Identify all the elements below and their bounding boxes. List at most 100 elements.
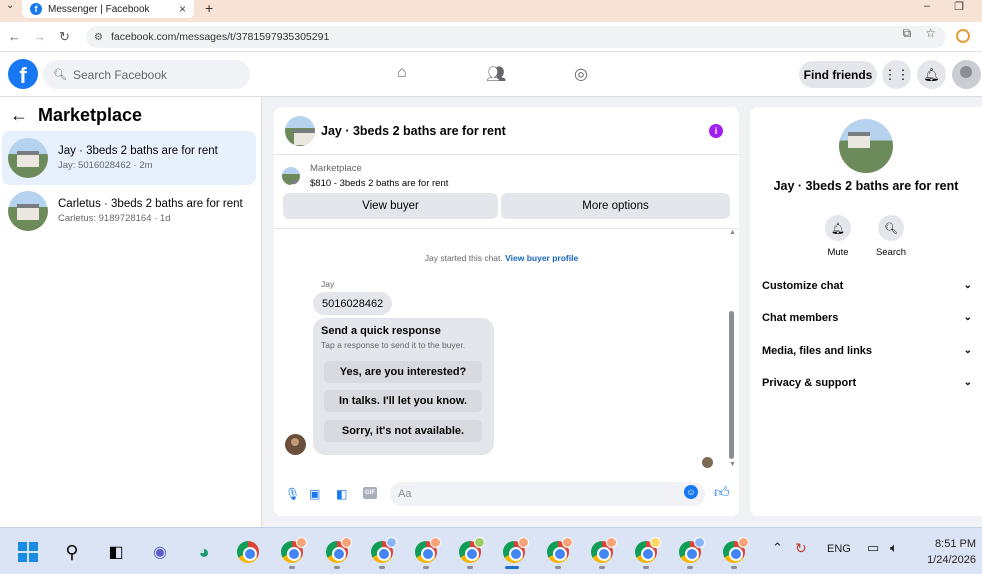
close-tab-icon[interactable]: × <box>179 2 186 16</box>
system-clock[interactable]: 8:51 PM 1/24/2026 <box>927 536 976 568</box>
sender-name: Jay <box>321 279 335 289</box>
section-label: Privacy & support <box>762 377 857 389</box>
active-indicator <box>505 566 519 569</box>
chrome-icon[interactable] <box>236 540 260 564</box>
quick-response-option[interactable]: Sorry, it's not available. <box>324 420 482 442</box>
show-hidden-icons-chevron-icon[interactable]: ⌃ <box>772 540 783 556</box>
scrollbar-thumb[interactable] <box>729 311 734 459</box>
view-buyer-profile-link[interactable]: View buyer profile <box>505 253 578 263</box>
read-receipt-avatar <box>702 457 713 468</box>
chat-title[interactable]: Jay · 3beds 2 baths are for rent <box>321 124 506 138</box>
search-conversation-button[interactable]: 🔍︎ Search <box>866 215 916 258</box>
tab-title: Messenger | Facebook <box>48 3 150 15</box>
media-files-links-section[interactable]: Media, files and links ⌄ <box>762 345 972 357</box>
chrome-profile-icon[interactable] <box>546 537 573 564</box>
search-icon: 🔍︎ <box>878 215 904 241</box>
chrome-profile-icon[interactable] <box>280 537 307 564</box>
find-friends-button[interactable]: Find friends <box>799 61 877 88</box>
message-bubble[interactable]: 5016028462 <box>313 292 393 315</box>
chrome-profile-icon[interactable] <box>325 537 352 564</box>
chrome-profile-icon[interactable] <box>634 537 661 564</box>
emoji-icon[interactable]: ☺ <box>684 485 698 499</box>
conversation-item[interactable]: Jay · 3beds 2 baths are for rent Jay: 50… <box>2 131 256 185</box>
listing-large-thumbnail <box>839 119 893 173</box>
sync-icon[interactable]: ↻ <box>795 540 807 557</box>
chrome-profile-icon[interactable] <box>678 537 705 564</box>
chat-scrollbar[interactable]: ▲ ▼ <box>728 229 736 473</box>
reload-icon[interactable]: ↻ <box>59 29 70 45</box>
back-arrow-icon[interactable]: ← <box>8 29 21 44</box>
info-icon[interactable]: i <box>709 124 723 138</box>
chat-members-section[interactable]: Chat members ⌄ <box>762 312 972 324</box>
restore-icon[interactable]: ❐ <box>954 0 964 13</box>
clock-time: 8:51 PM <box>935 538 976 550</box>
new-tab-icon[interactable]: + <box>205 0 213 16</box>
tab-search-chevron-icon[interactable]: ⌄ <box>6 0 14 11</box>
site-settings-icon[interactable]: ⚙ <box>94 32 103 43</box>
chrome-profile-icon[interactable] <box>590 537 617 564</box>
browser-profile-icon[interactable] <box>956 29 970 43</box>
url-text: facebook.com/messages/t/3781597935305291 <box>110 31 330 43</box>
home-icon[interactable]: ⌂ <box>397 64 407 82</box>
photo-icon[interactable]: ▣ <box>309 487 320 501</box>
install-app-icon[interactable]: ⧉ <box>903 26 912 41</box>
customize-chat-section[interactable]: Customize chat ⌄ <box>762 280 972 292</box>
menu-grid-icon[interactable]: ⋮⋮ <box>882 60 911 89</box>
view-buyer-button[interactable]: View buyer <box>283 193 498 219</box>
chevron-down-icon: ⌄ <box>963 377 972 388</box>
chat-app-icon[interactable]: ◉ <box>148 540 172 564</box>
chrome-profile-icon[interactable] <box>414 537 441 564</box>
chat-details-panel: Jay · 3beds 2 baths are for rent 🔔︎ Mute… <box>750 107 982 516</box>
microphone-icon[interactable]: 🎙︎ <box>285 487 300 501</box>
running-indicator <box>643 566 649 569</box>
mute-button[interactable]: 🔔︎ Mute <box>813 215 863 258</box>
browser-tab-bar: ⌄ f Messenger | Facebook × + – ❐ <box>0 0 982 22</box>
sender-avatar[interactable] <box>285 434 306 455</box>
section-label: Media, files and links <box>762 345 873 357</box>
facebook-search-input[interactable]: 🔍︎ Search Facebook <box>43 60 250 89</box>
facebook-logo-icon[interactable]: f <box>8 59 38 89</box>
edge-browser-icon[interactable]: ◕ <box>192 540 216 564</box>
account-avatar[interactable] <box>952 60 981 89</box>
minimize-icon[interactable]: – <box>924 0 930 13</box>
conversation-item[interactable]: Carletus · 3beds 2 baths are for rent Ca… <box>2 184 256 238</box>
more-options-button[interactable]: More options <box>501 193 730 219</box>
back-arrow-icon[interactable]: ← <box>10 105 28 126</box>
language-indicator[interactable]: ENG <box>827 543 851 555</box>
gif-icon[interactable]: GIF <box>363 487 377 499</box>
chrome-profile-icon[interactable] <box>458 537 485 564</box>
conversation-title: Jay · 3beds 2 baths are for rent <box>58 145 218 157</box>
groups-icon[interactable]: ◎ <box>574 64 588 84</box>
listing-title: $810 - 3beds 2 baths are for rent <box>310 178 449 189</box>
start-windows-icon[interactable] <box>16 540 40 564</box>
started-text: Jay started this chat. <box>424 253 503 263</box>
search-icon[interactable]: ⚲ <box>60 540 84 564</box>
running-indicator <box>599 566 605 569</box>
quick-response-option[interactable]: In talks. I'll let you know. <box>324 390 482 412</box>
chrome-profile-icon[interactable] <box>370 537 397 564</box>
chrome-profile-icon-active[interactable] <box>502 537 529 564</box>
privacy-support-section[interactable]: Privacy & support ⌄ <box>762 377 972 389</box>
sticker-icon[interactable]: ◧ <box>336 487 347 501</box>
message-input[interactable]: Aa <box>390 482 705 506</box>
forward-arrow-icon[interactable]: → <box>33 29 46 44</box>
bookmark-star-icon[interactable]: ☆ <box>925 26 936 41</box>
like-thumb-icon[interactable]: 👍︎ <box>714 484 730 502</box>
notifications-bell-icon[interactable]: 🔔︎ <box>917 60 946 89</box>
running-indicator <box>423 566 429 569</box>
section-label: Chat members <box>762 312 839 324</box>
friends-icon[interactable]: 👥︎ <box>486 64 506 84</box>
chat-panel: Jay · 3beds 2 baths are for rent i Marke… <box>274 107 739 516</box>
chrome-profile-icon[interactable] <box>722 537 749 564</box>
quick-response-option[interactable]: Yes, are you interested? <box>324 361 482 383</box>
network-icon[interactable]: ▭ <box>867 540 879 556</box>
scroll-up-icon[interactable]: ▲ <box>729 229 736 236</box>
volume-icon[interactable]: 🔈︎ <box>890 540 898 556</box>
task-view-icon[interactable]: ◧ <box>104 540 128 564</box>
url-field[interactable]: ⚙ facebook.com/messages/t/37815979353052… <box>86 26 946 48</box>
scroll-down-icon[interactable]: ▼ <box>729 461 736 468</box>
browser-tab[interactable]: f Messenger | Facebook × <box>22 0 194 18</box>
chat-listing-thumbnail[interactable] <box>285 115 315 146</box>
listing-summary[interactable]: Marketplace $810 - 3beds 2 baths are for… <box>282 163 448 189</box>
address-bar-actions: ⧉ ☆ <box>903 26 936 41</box>
